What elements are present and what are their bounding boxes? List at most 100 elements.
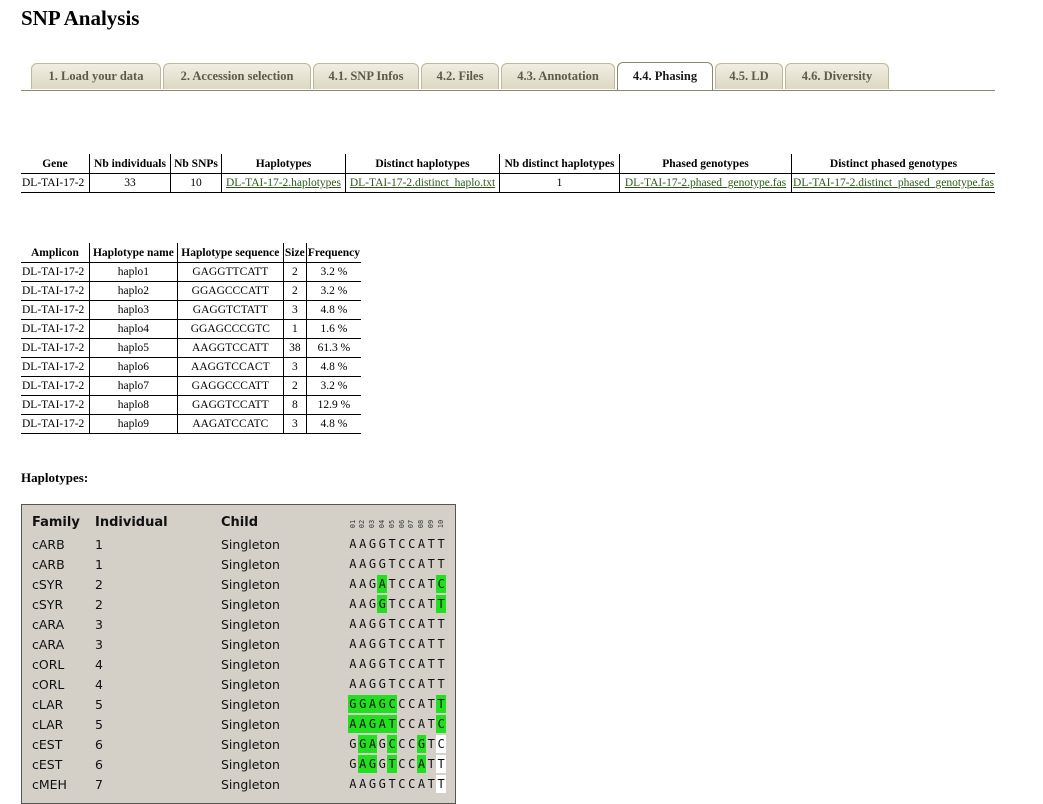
haplo-table-row: DL-TAI-17-2 haplo8 GAGGTCCATT 8 12.9 %: [21, 395, 361, 415]
nucleotide: A: [359, 557, 367, 571]
tab-ld[interactable]: 4.5. LD: [715, 63, 783, 89]
col-nb-distinct-haplotypes: Nb distinct haplotypes: [499, 154, 620, 174]
haplo-table-row: DL-TAI-17-2 haplo3 GAGGTCTATT 3 4.8 %: [21, 300, 361, 320]
cell-size: 3: [282, 300, 307, 320]
viewer-cell-child: Singleton: [221, 697, 280, 712]
nucleotide: A: [349, 677, 357, 691]
distinct-phased-genotypes-file-link[interactable]: DL-TAI-17-2.distinct_phased_genotype.fas: [793, 177, 994, 189]
viewer-row[interactable]: cLAR 5 Singleton A A G A T C C A T C: [22, 715, 455, 735]
cell-gene: DL-TAI-17-2: [21, 173, 90, 193]
nucleotide: G: [367, 715, 378, 733]
haplo-header-row: Amplicon Haplotype name Haplotype sequen…: [21, 243, 361, 263]
viewer-row[interactable]: cSYR 2 Singleton A A G A T C C A T C: [22, 575, 455, 595]
phased-genotypes-file-link[interactable]: DL-TAI-17-2.phased_genotype.fas: [625, 177, 786, 189]
haplotype-viewer[interactable]: Family Individual Child 01 02 03 04 05 06 07 08…: [21, 504, 456, 804]
nucleotide: A: [349, 577, 357, 591]
tab-diversity[interactable]: 4.6. Diversity: [785, 63, 889, 89]
haplotypes-file-link[interactable]: DL-TAI-17-2.haplotypes: [226, 177, 341, 189]
viewer-cell-individual: 6: [95, 737, 103, 752]
nucleotide: G: [378, 617, 386, 631]
nucleotide: A: [367, 735, 378, 753]
cell-amplicon: DL-TAI-17-2: [21, 414, 90, 434]
viewer-row[interactable]: cARA 3 Singleton A A G G T C C A T T: [22, 635, 455, 655]
viewer-row[interactable]: cORL 4 Singleton A A G G T C C A T T: [22, 675, 455, 695]
nucleotide: C: [408, 577, 416, 591]
cell-haplotype-name: haplo3: [88, 300, 178, 320]
nucleotide: A: [349, 637, 357, 651]
nucleotide: G: [378, 677, 386, 691]
nucleotide: C: [408, 677, 416, 691]
nucleotide: A: [359, 657, 367, 671]
nucleotide: C: [408, 557, 416, 571]
viewer-cell-family: cARB: [32, 557, 65, 572]
haplo-table-row: DL-TAI-17-2 haplo2 GGAGCCCATT 2 3.2 %: [21, 281, 361, 301]
viewer-header-family: Family: [32, 515, 80, 530]
nucleotide: A: [417, 717, 426, 731]
tab-phasing[interactable]: 4.4. Phasing: [617, 62, 713, 90]
nucleotide: C: [408, 617, 416, 631]
nucleotide: G: [378, 557, 386, 571]
distinct-haplotypes-file-link[interactable]: DL-TAI-17-2.distinct_haplo.txt: [350, 177, 495, 189]
cell-amplicon: DL-TAI-17-2: [21, 300, 90, 320]
nucleotide: T: [427, 597, 435, 611]
viewer-cell-child: Singleton: [221, 597, 280, 612]
nucleotide: T: [436, 755, 446, 773]
nucleotide: A: [349, 537, 357, 551]
position-label-text: 02: [358, 519, 367, 529]
nucleotide: C: [398, 737, 406, 751]
nucleotide: C: [408, 597, 416, 611]
cell-frequency: 1.6 %: [305, 319, 361, 339]
haplotype-sequence: GGAGCCCATT: [348, 695, 446, 715]
tab-annotation[interactable]: 4.3. Annotation: [501, 63, 615, 89]
nucleotide: G: [368, 577, 377, 591]
tab-files[interactable]: 4.2. Files: [421, 63, 499, 89]
nucleotide: G: [368, 777, 377, 791]
viewer-row[interactable]: cEST 6 Singleton G G A G C C C G T C: [22, 735, 455, 755]
nucleotide: T: [388, 777, 396, 791]
viewer-cell-child: Singleton: [221, 757, 280, 772]
nucleotide: G: [377, 695, 388, 713]
viewer-row[interactable]: cARA 3 Singleton A A G G T C C A T T: [22, 615, 455, 635]
cell-haplotype-name: haplo5: [88, 338, 178, 358]
viewer-row[interactable]: cARB 1 Singleton A A G G T C C A T T: [22, 555, 455, 575]
tab-snp-infos[interactable]: 4.1. SNP Infos: [313, 63, 419, 89]
cell-amplicon: DL-TAI-17-2: [21, 395, 90, 415]
viewer-row[interactable]: cMEH 7 Singleton A A G G T C C A T T: [22, 775, 455, 795]
viewer-cell-family: cMEH: [32, 777, 67, 792]
position-label: 06: [397, 513, 407, 535]
nucleotide: A: [359, 777, 367, 791]
nucleotide: G: [368, 557, 377, 571]
haplotype-sequence: AAGGTCCATT: [348, 775, 446, 795]
viewer-cell-individual: 5: [95, 717, 103, 732]
col-phased-genotypes: Phased genotypes: [619, 154, 792, 174]
viewer-cell-child: Singleton: [221, 557, 280, 572]
viewer-cell-family: cLAR: [32, 717, 64, 732]
position-label: 10: [436, 513, 446, 535]
position-label-text: 06: [397, 519, 406, 529]
tab-load-data[interactable]: 1. Load your data: [31, 63, 161, 89]
haplotype-sequence: GAGGTCCATT: [348, 755, 446, 775]
viewer-cell-individual: 1: [95, 557, 103, 572]
viewer-row[interactable]: cARB 1 Singleton A A G G T C C A T T: [22, 535, 455, 555]
nucleotide: G: [368, 677, 377, 691]
col-gene: Gene: [21, 154, 90, 174]
viewer-row[interactable]: cEST 6 Singleton G A G G T C C A T T: [22, 755, 455, 775]
viewer-cell-individual: 3: [95, 617, 103, 632]
viewer-row[interactable]: cLAR 5 Singleton G G A G C C C A T T: [22, 695, 455, 715]
viewer-cell-individual: 2: [95, 597, 103, 612]
nucleotide: T: [437, 557, 445, 571]
nucleotide: A: [357, 715, 368, 733]
tab-accession-selection[interactable]: 2. Accession selection: [163, 63, 311, 89]
viewer-row[interactable]: cSYR 2 Singleton A A G G T C C A T T: [22, 595, 455, 615]
nucleotide: G: [357, 695, 368, 713]
viewer-row[interactable]: cORL 4 Singleton A A G G T C C A T T: [22, 655, 455, 675]
cell-haplotype-sequence: GAGGCCCATT: [176, 376, 284, 396]
cell-amplicon: DL-TAI-17-2: [21, 338, 90, 358]
nucleotide: A: [349, 657, 357, 671]
viewer-cell-family: cARB: [32, 537, 65, 552]
cell-frequency: 4.8 %: [305, 414, 361, 434]
nucleotide: C: [408, 777, 416, 791]
cell-amplicon: DL-TAI-17-2: [21, 281, 90, 301]
col-distinct-haplotypes: Distinct haplotypes: [345, 154, 500, 174]
position-label: 01: [348, 513, 358, 535]
